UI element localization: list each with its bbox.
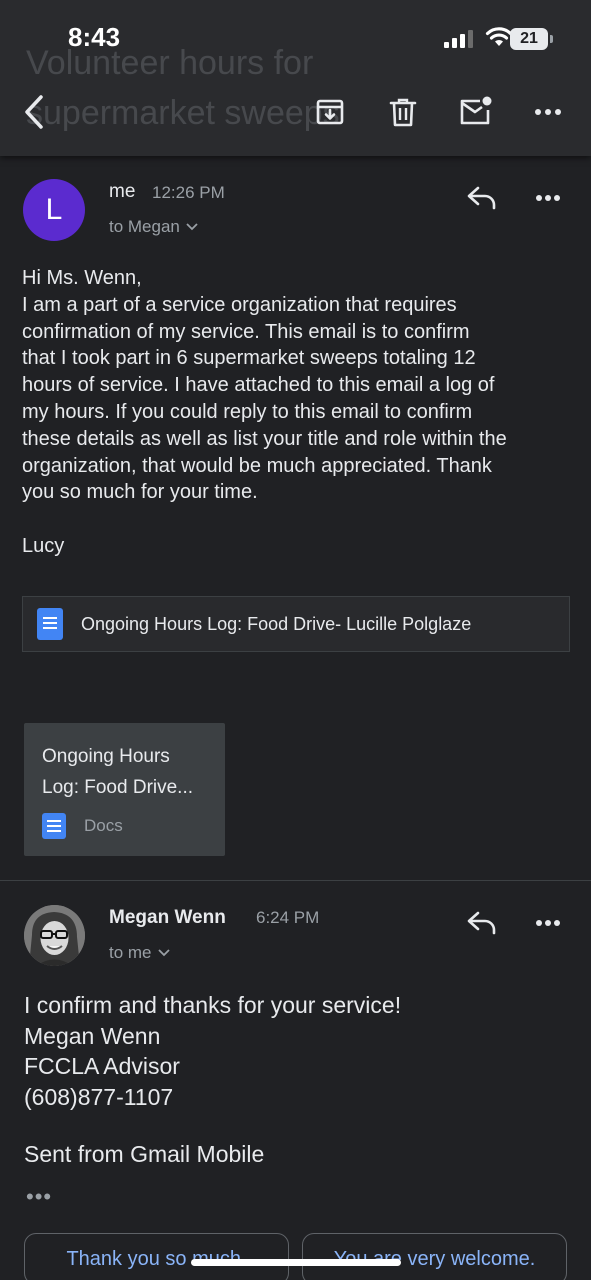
chevron-down-icon: [186, 223, 198, 231]
body-line: confirmation of my service. This email i…: [22, 320, 470, 343]
sender-photo-avatar[interactable]: [24, 905, 85, 966]
body-line: you so much for your time.: [22, 481, 258, 504]
reply-icon: [467, 911, 496, 935]
attachment-title-line2: Log: Food Drive...: [42, 777, 194, 798]
sender-name: Megan Wenn: [109, 907, 226, 928]
mark-unread-button[interactable]: [458, 94, 494, 130]
message-body: Hi Ms. Wenn, I am a part of a service or…: [22, 265, 577, 506]
recipient-toggle[interactable]: to Megan: [109, 217, 198, 237]
person-photo-icon: [24, 905, 85, 966]
archive-icon: [316, 99, 344, 125]
reply-body: I confirm and thanks for your service! M…: [24, 990, 401, 1112]
more-horizontal-icon: [536, 920, 560, 926]
battery-indicator: 21: [510, 28, 553, 50]
attachment-type-label: Docs: [84, 816, 123, 835]
recipient-label: to Megan: [109, 217, 180, 236]
sender-name: me: [109, 181, 136, 202]
signoff: Lucy: [22, 535, 65, 557]
body-line: that I took part in 6 supermarket sweeps…: [22, 347, 476, 370]
more-horizontal-icon: [535, 109, 561, 115]
reply-line: FCCLA Advisor: [24, 1053, 180, 1079]
chevron-down-icon: [157, 949, 170, 957]
reply-line: (608)877-1107: [24, 1083, 174, 1110]
message-divider: [0, 880, 591, 881]
body-line: Hi Ms. Wenn,: [22, 267, 142, 289]
reply-line: I confirm and thanks for your service!: [24, 992, 402, 1018]
reply-button[interactable]: [462, 903, 502, 943]
google-docs-icon: [37, 608, 63, 640]
sender-avatar[interactable]: L: [23, 179, 85, 241]
message-time: 12:26 PM: [152, 183, 225, 202]
wifi-icon: [485, 27, 513, 46]
message-time: 6:24 PM: [256, 908, 320, 927]
attachment-card[interactable]: Ongoing Hours Log: Food Drive... Docs: [24, 723, 225, 856]
back-button[interactable]: [16, 94, 52, 130]
back-arrow-icon: [25, 95, 43, 129]
archive-button[interactable]: [312, 94, 348, 130]
thread-title-line2: supermarket sweeps: [26, 94, 340, 132]
body-line: these details as well as list your title…: [22, 427, 507, 450]
google-docs-icon: [42, 813, 66, 839]
attachment-title-line1: Ongoing Hours: [42, 746, 170, 767]
trash-icon: [389, 98, 417, 127]
message-more-button[interactable]: [528, 178, 568, 218]
more-options-button[interactable]: [530, 94, 566, 130]
signature-footer: Sent from Gmail Mobile: [24, 1141, 265, 1167]
body-line: hours of service. I have attached to thi…: [22, 374, 495, 397]
reply-icon: [467, 186, 496, 210]
cellular-signal-icon: [444, 30, 473, 48]
reply-button[interactable]: [462, 178, 502, 218]
delete-button[interactable]: [385, 94, 421, 130]
status-time: 8:43: [68, 22, 121, 52]
thread-title: Volunteer hours for supermarket sweeps: [26, 38, 340, 138]
recipient-toggle[interactable]: to me: [109, 943, 170, 963]
more-horizontal-icon: [536, 195, 560, 201]
body-line: I am a part of a service organization th…: [22, 293, 457, 316]
recipient-label: to me: [109, 943, 152, 962]
reply-line: Megan Wenn: [24, 1022, 161, 1049]
attachment-link[interactable]: Ongoing Hours Log: Food Drive- Lucille P…: [22, 596, 570, 652]
home-indicator: [191, 1259, 401, 1266]
app-header: Volunteer hours for supermarket sweeps 8…: [0, 0, 591, 156]
show-trimmed-content-button[interactable]: •••: [26, 1184, 52, 1210]
body-line: organization, that would be much appreci…: [22, 454, 492, 477]
smart-reply-chip[interactable]: Thank you so much.: [24, 1233, 289, 1280]
smart-reply-chip[interactable]: You are very welcome.: [302, 1233, 567, 1280]
mail-unread-icon: [460, 96, 492, 125]
attachment-link-label: Ongoing Hours Log: Food Drive- Lucille P…: [81, 613, 472, 634]
message-more-button[interactable]: [528, 903, 568, 943]
body-line: my hours. If you could reply to this ema…: [22, 400, 473, 423]
attachment-type: Docs: [42, 813, 123, 839]
